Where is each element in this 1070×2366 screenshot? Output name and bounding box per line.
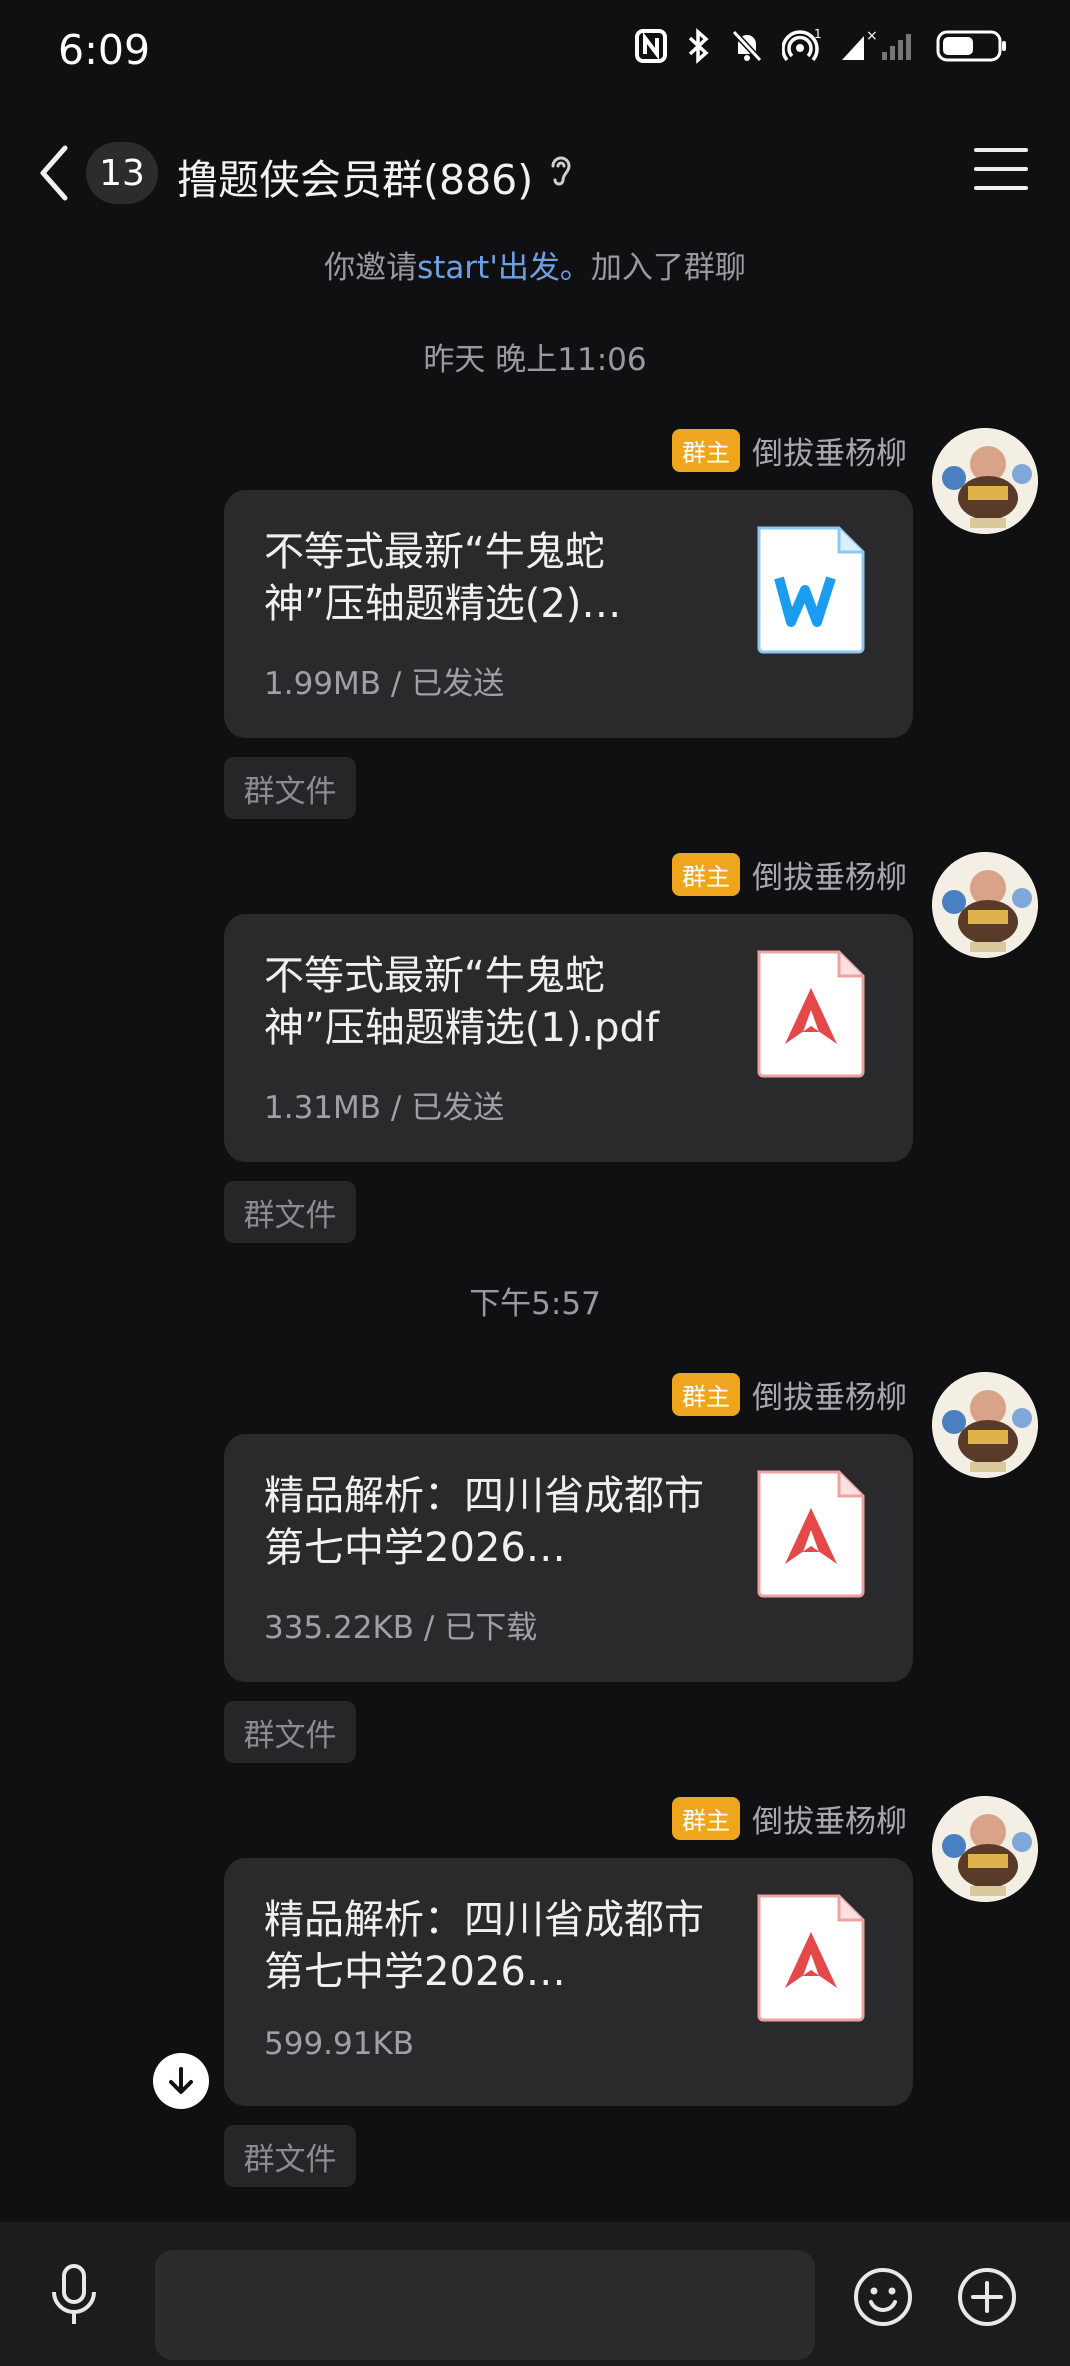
back-button[interactable] — [30, 140, 78, 206]
menu-button[interactable] — [974, 148, 1028, 196]
battery-icon — [936, 30, 1006, 62]
group-title[interactable]: 撸题侠会员群(886) — [177, 146, 533, 206]
message-input[interactable] — [155, 2250, 815, 2360]
avatar-image — [932, 1372, 1038, 1478]
status-icons: 1 × — [634, 28, 1008, 64]
avatar[interactable] — [932, 428, 1038, 534]
svg-text:1: 1 — [814, 28, 822, 41]
status-bar: 6:09 1 × — [0, 0, 1070, 108]
file-message[interactable]: 精品解析：四川省成都市第七中学2026… 335.22KB / 已下载 — [224, 1434, 913, 1682]
file-name: 精品解析：四川省成都市第七中学2026… — [264, 1473, 704, 1571]
input-bar — [0, 2222, 1070, 2366]
notice-suffix: 加入了群聊 — [590, 250, 746, 286]
avatar[interactable] — [932, 1372, 1038, 1478]
file-name: 不等式最新“牛鬼蛇神”压轴题精选(1).pdf — [264, 953, 659, 1051]
sender-row: 群主 倒拔垂杨柳 — [672, 428, 907, 472]
file-meta: 1.31MB / 已发送 — [264, 1090, 505, 1126]
invited-user-link[interactable]: start'出发。 — [417, 250, 591, 286]
ear-icon[interactable] — [548, 152, 574, 192]
bluetooth-icon — [688, 28, 709, 64]
unread-count-badge[interactable]: 13 — [86, 142, 158, 204]
group-file-tag[interactable]: 群文件 — [224, 757, 356, 819]
timestamp: 下午5:57 — [469, 1286, 601, 1322]
file-name: 精品解析：四川省成都市第七中学2026… — [264, 1897, 704, 1995]
file-message[interactable]: 不等式最新“牛鬼蛇神”压轴题精选(1).pdf 1.31MB / 已发送 — [224, 914, 913, 1162]
timestamp: 昨天 晚上11:06 — [423, 342, 647, 378]
file-meta: 335.22KB / 已下载 — [264, 1610, 538, 1646]
hotspot-icon: 1 — [782, 28, 822, 62]
avatar-image — [932, 852, 1038, 958]
group-file-tag[interactable]: 群文件 — [224, 2125, 356, 2187]
pdf-icon — [757, 1470, 865, 1598]
sender-name[interactable]: 倒拔垂杨柳 — [752, 852, 907, 897]
sender-name[interactable]: 倒拔垂杨柳 — [752, 1372, 907, 1417]
voice-button[interactable] — [46, 2262, 102, 2332]
owner-badge: 群主 — [672, 428, 740, 472]
file-message[interactable]: 精品解析：四川省成都市第七中学2026… 599.91KB — [224, 1858, 913, 2106]
avatar[interactable] — [932, 1796, 1038, 1902]
owner-badge: 群主 — [672, 852, 740, 896]
chevron-left-icon — [40, 145, 68, 201]
nfc-icon — [635, 29, 667, 63]
avatar-image — [932, 428, 1038, 534]
avatar[interactable] — [932, 852, 1038, 958]
word-icon — [757, 526, 865, 654]
more-button[interactable] — [956, 2266, 1018, 2332]
status-time: 6:09 — [58, 26, 151, 74]
sender-name[interactable]: 倒拔垂杨柳 — [752, 1796, 907, 1841]
file-message[interactable]: 不等式最新“牛鬼蛇神”压轴题精选(2)… 1.99MB / 已发送 — [224, 490, 913, 738]
notice-prefix: 你邀请 — [324, 250, 418, 286]
menu-line — [974, 148, 1028, 152]
group-file-tag[interactable]: 群文件 — [224, 1701, 356, 1763]
owner-badge: 群主 — [672, 1372, 740, 1416]
arrow-down-icon — [169, 2067, 193, 2094]
microphone-icon — [52, 2264, 96, 2324]
emoji-button[interactable] — [852, 2266, 914, 2332]
file-name: 不等式最新“牛鬼蛇神”压轴题精选(2)… — [264, 529, 622, 627]
avatar-image — [932, 1796, 1038, 1902]
smiley-icon — [854, 2268, 912, 2326]
plus-circle-icon — [958, 2268, 1016, 2326]
system-notice: 你邀请start'出发。加入了群聊 — [0, 242, 1070, 287]
svg-text:×: × — [866, 28, 878, 44]
chat-header: 13 撸题侠会员群(886) — [0, 130, 1070, 216]
signal-icon: × — [842, 28, 911, 60]
pdf-icon — [757, 1894, 865, 2022]
sender-name[interactable]: 倒拔垂杨柳 — [752, 428, 907, 473]
owner-badge: 群主 — [672, 1796, 740, 1840]
sender-row: 群主 倒拔垂杨柳 — [672, 852, 907, 896]
pdf-icon — [757, 950, 865, 1078]
menu-line — [974, 186, 1028, 190]
group-file-tag[interactable]: 群文件 — [224, 1181, 356, 1243]
menu-line — [974, 167, 1028, 171]
file-meta: 599.91KB — [264, 2026, 415, 2062]
sender-row: 群主 倒拔垂杨柳 — [672, 1372, 907, 1416]
download-button[interactable] — [153, 2053, 209, 2109]
mute-bell-icon — [731, 29, 763, 63]
sender-row: 群主 倒拔垂杨柳 — [672, 1796, 907, 1840]
file-meta: 1.99MB / 已发送 — [264, 666, 505, 702]
